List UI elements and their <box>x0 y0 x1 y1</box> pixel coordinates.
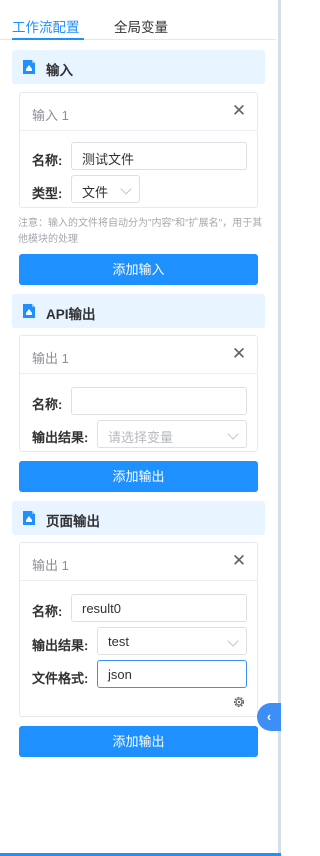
input-section-header: 输入 <box>12 50 265 84</box>
chevron-left-icon[interactable]: ‹ <box>257 703 281 731</box>
input-card-header: 输入 1 ✕ <box>20 93 257 131</box>
input-type-label: 类型: <box>32 186 63 201</box>
api-output-card-title: 输出 1 <box>32 351 69 366</box>
api-output-section-title: API输出 <box>46 307 96 322</box>
file-icon <box>23 304 35 318</box>
page-output-section-title: 页面输出 <box>46 514 100 529</box>
input-type-select[interactable]: 文件 <box>71 175 140 203</box>
page-output-card: 输出 1 ✕ 名称: result0 输出结果: test 文件格式: json <box>19 542 258 717</box>
api-output-card-header: 输出 1 ✕ <box>20 336 257 374</box>
page-output-result-value: test <box>108 634 129 649</box>
api-output-result-label: 输出结果: <box>32 430 89 445</box>
input-card-title: 输入 1 <box>32 108 69 123</box>
config-tabs: 工作流配置 全局变量 <box>0 10 276 40</box>
file-icon <box>23 60 35 74</box>
page-output-result-select[interactable]: test <box>97 627 247 655</box>
input-note: 注意：输入的文件将自动分为"内容"和"扩展名"，用于其他模块的处理 <box>18 218 263 245</box>
close-icon[interactable]: ✕ <box>230 345 248 363</box>
api-output-result-placeholder: 请选择变量 <box>108 430 174 445</box>
api-output-name-field[interactable] <box>71 387 247 415</box>
input-card: 输入 1 ✕ 名称: 测试文件 类型: 文件 <box>19 92 258 208</box>
add-input-button[interactable]: 添加输入 <box>19 254 258 285</box>
top-bar <box>0 0 281 6</box>
tab-global-variables[interactable]: 全局变量 <box>114 16 168 36</box>
page-output-card-title: 输出 1 <box>32 558 69 573</box>
page-output-format-field[interactable]: json <box>97 660 247 688</box>
page-output-result-label: 输出结果: <box>32 638 89 653</box>
api-output-section-header: API输出 <box>12 294 265 328</box>
api-output-card: 输出 1 ✕ 名称: 输出结果: 请选择变量 <box>19 335 258 452</box>
close-icon[interactable]: ✕ <box>230 102 248 120</box>
chevron-down-icon <box>227 635 239 647</box>
chevron-down-icon <box>227 428 239 440</box>
file-icon <box>23 511 35 525</box>
page-output-section-header: 页面输出 <box>12 501 265 535</box>
api-output-result-select[interactable]: 请选择变量 <box>97 420 247 448</box>
gear-icon[interactable] <box>232 695 246 709</box>
page-output-name-field[interactable]: result0 <box>71 594 247 622</box>
add-page-output-button[interactable]: 添加输出 <box>19 726 258 757</box>
active-tab-indicator <box>12 38 84 40</box>
tab-workflow-config[interactable]: 工作流配置 <box>12 16 80 36</box>
close-icon[interactable]: ✕ <box>230 552 248 570</box>
page-output-name-label: 名称: <box>32 604 63 619</box>
add-api-output-button[interactable]: 添加输出 <box>19 461 258 492</box>
input-name-label: 名称: <box>32 153 63 168</box>
input-name-field[interactable]: 测试文件 <box>71 142 247 170</box>
input-section-title: 输入 <box>46 63 73 78</box>
input-type-value: 文件 <box>82 185 109 200</box>
page-output-format-label: 文件格式: <box>32 671 89 686</box>
chevron-down-icon <box>120 183 132 195</box>
page-output-card-header: 输出 1 ✕ <box>20 543 257 581</box>
api-output-name-label: 名称: <box>32 397 63 412</box>
